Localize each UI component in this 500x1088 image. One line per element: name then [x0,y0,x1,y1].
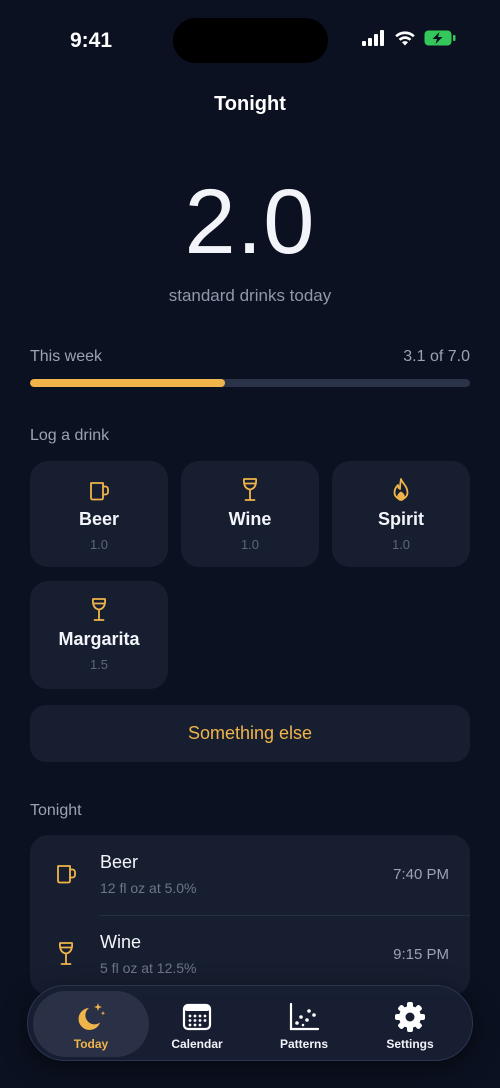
week-label: This week [30,348,103,365]
something-else-button[interactable]: Something else [30,705,470,762]
drink-value: 1.0 [89,537,109,552]
status-icons [362,30,456,46]
cellular-signal-icon [362,30,384,46]
battery-charging-icon [424,30,456,46]
standard-drinks-value: 2.0 [184,171,316,273]
dynamic-island [173,18,328,63]
wifi-icon [395,31,415,46]
drink-name: Wine [228,509,272,529]
log-entry-detail: 12 fl oz at 5.0% [100,880,197,896]
log-drink-label: Log a drink [30,427,110,444]
tab-label: Today [73,1037,109,1051]
log-entry[interactable]: Beer 12 fl oz at 5.0% 7:40 PM [30,835,470,915]
tonight-label: Tonight [30,802,82,819]
drink-value: 1.5 [89,657,109,672]
week-progress-text: 3.1 of 7.0 [403,348,470,365]
mug-icon [87,477,111,503]
week-progress-header: This week 3.1 of 7.0 [30,348,470,366]
mug-icon [54,861,78,890]
tab-label: Patterns [279,1037,329,1051]
drink-button-margarita[interactable]: Margarita 1.5 [30,581,168,689]
drink-button-beer[interactable]: Beer 1.0 [30,461,168,567]
flame-icon [389,477,413,503]
log-entry-time: 7:40 PM [393,866,449,883]
log-entry[interactable]: Wine 5 fl oz at 12.5% 9:15 PM [30,915,470,995]
drink-value: 1.0 [391,537,411,552]
drink-name: Spirit [377,509,424,529]
drink-button-spirit[interactable]: Spirit 1.0 [332,461,470,567]
log-entry-name: Beer [100,852,139,872]
drink-button-wine[interactable]: Wine 1.0 [181,461,319,567]
drink-name: Beer [78,509,120,529]
log-entry-time: 9:15 PM [393,946,449,963]
tab-patterns[interactable]: Patterns [246,991,362,1057]
tab-bar: Today Calendar Patterns Settings [27,985,473,1061]
wine-glass-icon [54,941,78,972]
status-time: 9:41 [70,29,113,52]
scatter-chart-icon [288,1001,320,1033]
calendar-icon [182,1001,212,1033]
tonight-log-list: Beer 12 fl oz at 5.0% 7:40 PM Wine 5 fl … [30,835,470,995]
tab-label: Settings [386,1037,434,1051]
tab-calendar[interactable]: Calendar [139,991,255,1057]
drink-value: 1.0 [240,537,260,552]
tab-label: Calendar [171,1037,223,1051]
wine-glass-icon [87,597,111,623]
drink-name: Margarita [58,629,140,649]
wine-glass-icon [238,477,262,503]
week-progress-bar [30,379,470,387]
log-entry-name: Wine [100,932,142,952]
page-title: Tonight [214,93,286,115]
standard-drinks-caption: standard drinks today [168,286,332,305]
log-entry-detail: 5 fl oz at 12.5% [100,960,197,976]
tab-today[interactable]: Today [33,991,149,1057]
tab-settings[interactable]: Settings [352,991,468,1057]
moon-stars-icon [75,1001,107,1033]
gear-icon [394,1001,426,1033]
today-screen: 9:41 Tonight 2.0 standard drinks today T… [0,0,500,1088]
week-progress-fill [30,379,225,387]
